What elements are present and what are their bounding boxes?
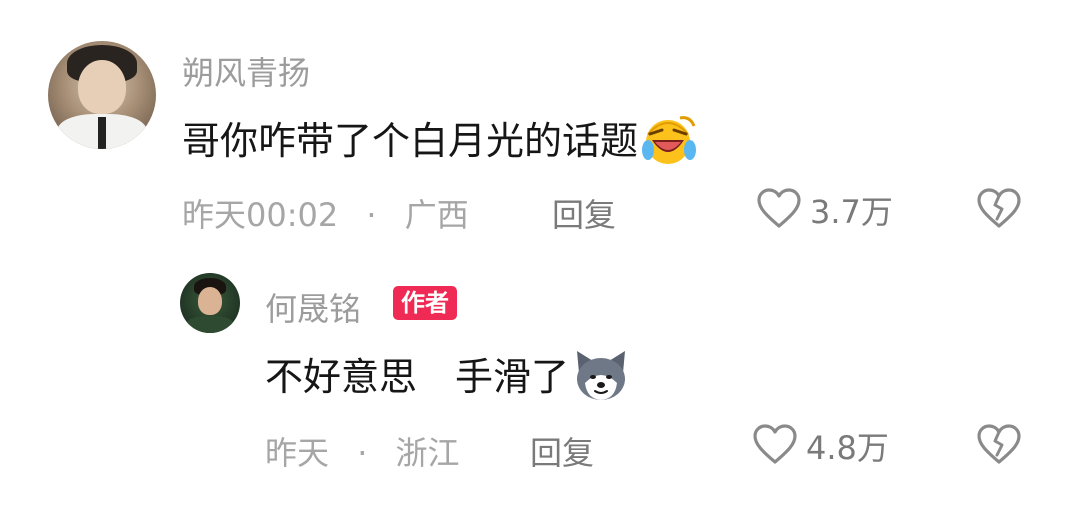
avatar-shirt: [184, 316, 236, 333]
dislike-button[interactable]: [976, 187, 1022, 233]
comment-meta: 昨天00:02 · 广西: [182, 190, 469, 236]
like-button[interactable]: 4.8万: [752, 423, 889, 469]
heart-icon: [756, 187, 802, 233]
author-badge: 作者: [393, 286, 457, 320]
avatar[interactable]: [180, 273, 240, 333]
reply-item: 何晟铭 作者 不好意思 手滑了 昨天 · 浙江 回复 4.8万: [0, 250, 1080, 508]
like-button[interactable]: 3.7万: [756, 187, 893, 233]
like-count: 3.7万: [810, 193, 893, 231]
avatar-face: [198, 287, 222, 315]
comment-location: 浙江: [395, 434, 460, 472]
reply-button[interactable]: 回复: [552, 190, 616, 236]
comment-item: 朔风青扬 哥你咋带了个白月光的话题 昨天00:02 · 广西 回复 3.7万: [0, 0, 1080, 250]
comment-location: 广西: [404, 196, 469, 234]
comment-text-body: 不好意思 手滑了: [265, 355, 570, 399]
reply-button[interactable]: 回复: [530, 428, 594, 474]
like-count: 4.8万: [806, 429, 889, 467]
avatar-face: [78, 60, 126, 115]
comment-text-body: 哥你咋带了个白月光的话题: [182, 119, 639, 163]
meta-separator: ·: [357, 434, 368, 472]
avatar[interactable]: [48, 41, 156, 149]
username[interactable]: 朔风青扬: [182, 48, 310, 94]
laughing-crying-emoji-icon: [640, 112, 698, 175]
avatar-tie: [97, 116, 107, 149]
dislike-button[interactable]: [976, 423, 1022, 469]
husky-dog-emoji-icon: [571, 347, 631, 412]
comment-text: 哥你咋带了个白月光的话题: [182, 110, 698, 175]
comment-text: 不好意思 手滑了: [265, 346, 631, 412]
broken-heart-icon: [976, 188, 1022, 233]
comment-time: 昨天00:02: [182, 196, 339, 234]
comment-meta: 昨天 · 浙江: [265, 428, 460, 474]
comment-time: 昨天: [265, 434, 330, 472]
meta-separator: ·: [366, 196, 377, 234]
heart-icon: [752, 423, 798, 469]
broken-heart-icon: [976, 424, 1022, 469]
username[interactable]: 何晟铭: [265, 284, 361, 330]
